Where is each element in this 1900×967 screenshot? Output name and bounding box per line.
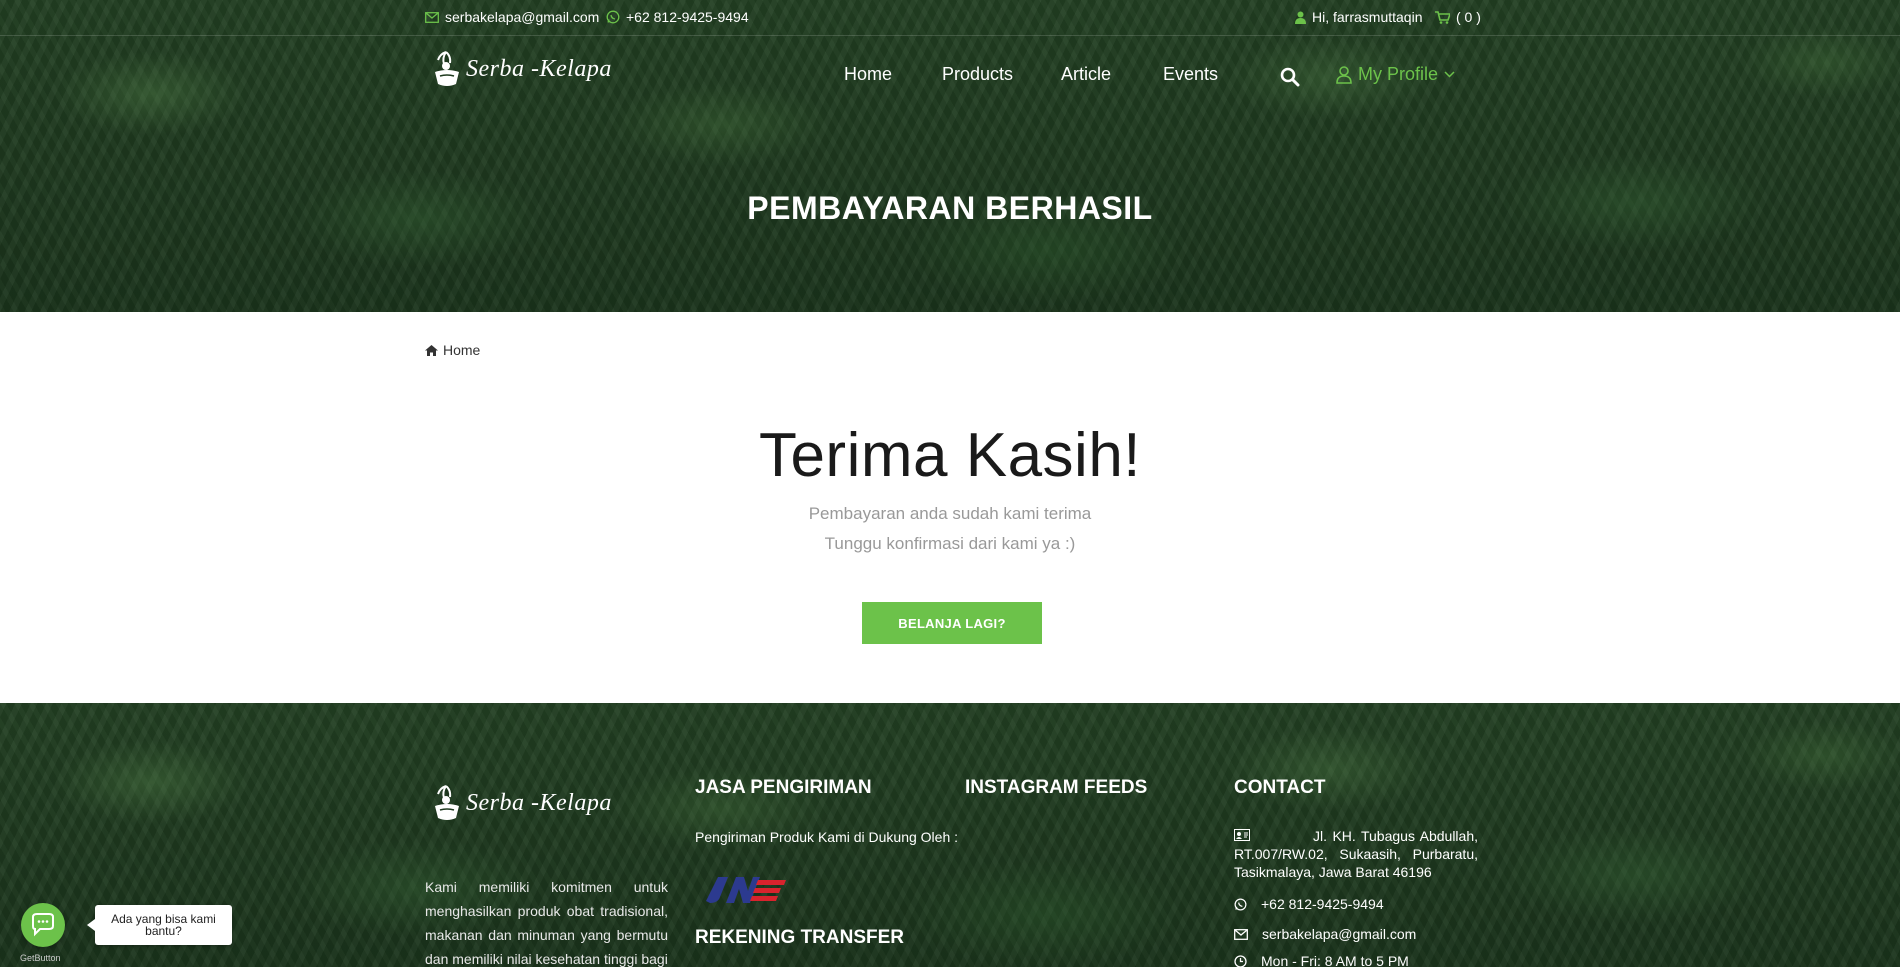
jne-courier-logo: [706, 877, 786, 903]
chat-prompt-bubble[interactable]: Ada yang bisa kami bantu?: [87, 905, 232, 945]
nav-article[interactable]: Article: [1061, 64, 1111, 85]
main-content: Home Terima Kasih! Pembayaran anda sudah…: [0, 312, 1900, 703]
nav-events[interactable]: Events: [1163, 64, 1218, 85]
cart-count: ( 0 ): [1456, 9, 1481, 25]
contact-address: Jl. KH. Tubagus Abdullah, RT.007/RW.02, …: [1234, 827, 1478, 881]
chat-icon: [32, 913, 54, 937]
shop-again-button[interactable]: BELANJA LAGI?: [862, 602, 1042, 644]
user-icon: [1295, 11, 1306, 24]
my-profile-label: My Profile: [1358, 64, 1439, 84]
contact-phone[interactable]: +62 812-9425-9494: [1234, 896, 1384, 912]
footer-logo-text: Serba -Kelapa: [466, 789, 612, 816]
top-bar: serbakelapa@gmail.com +62 812-9425-9494 …: [0, 0, 1900, 36]
breadcrumb[interactable]: Home: [425, 342, 480, 358]
contact-hours: Mon - Fri: 8 AM to 5 PM: [1234, 953, 1409, 967]
topbar-greeting: Hi, farrasmuttaqin: [1312, 9, 1423, 25]
topbar-user[interactable]: Hi, farrasmuttaqin: [1295, 9, 1422, 25]
contact-email[interactable]: serbakelapa@gmail.com: [1234, 926, 1416, 942]
page-title: PEMBAYARAN BERHASIL: [747, 190, 1153, 226]
topbar-cart[interactable]: ( 0 ): [1435, 9, 1481, 25]
topbar-phone[interactable]: +62 812-9425-9494: [606, 9, 749, 25]
chevron-down-icon: [1444, 71, 1455, 78]
contact-address-text: Jl. KH. Tubagus Abdullah, RT.007/RW.02, …: [1234, 828, 1478, 880]
nav-home[interactable]: Home: [844, 64, 892, 85]
breadcrumb-home: Home: [443, 342, 481, 358]
hero-banner: serbakelapa@gmail.com +62 812-9425-9494 …: [0, 0, 1900, 312]
whatsapp-icon: [606, 10, 620, 24]
home-icon: [425, 344, 438, 356]
thank-you-heading: Terima Kasih!: [758, 421, 1142, 490]
footer-logo[interactable]: Serba -Kelapa: [432, 784, 612, 822]
topbar-phone-text: +62 812-9425-9494: [626, 9, 749, 25]
contact-phone-text: +62 812-9425-9494: [1261, 896, 1384, 912]
coconut-logo-icon: [435, 785, 459, 820]
chat-provider-label[interactable]: GetButton: [20, 953, 61, 963]
chat-button[interactable]: [21, 903, 65, 947]
my-profile-menu[interactable]: My Profile: [1336, 64, 1455, 85]
shipping-heading: JASA PENGIRIMAN: [695, 777, 872, 798]
footer-about-text: Kami memiliki komitmen untuk menghasilka…: [425, 879, 668, 967]
user-outline-icon: [1336, 65, 1352, 84]
topbar-email-text: serbakelapa@gmail.com: [445, 9, 600, 25]
coconut-logo-icon: [435, 51, 459, 86]
cart-icon: [1435, 10, 1450, 24]
search-icon[interactable]: [1280, 67, 1300, 87]
logo-text: Serba -Kelapa: [466, 55, 612, 82]
contact-email-text: serbakelapa@gmail.com: [1262, 926, 1417, 942]
contact-heading: CONTACT: [1234, 777, 1326, 798]
contact-hours-text: Mon - Fri: 8 AM to 5 PM: [1261, 953, 1409, 967]
confirmation-text: Tunggu konfirmasi dari kami ya :): [824, 534, 1076, 553]
clock-icon: [1234, 954, 1247, 967]
whatsapp-icon: [1234, 898, 1247, 910]
envelope-icon: [425, 11, 439, 23]
site-logo[interactable]: Serba -Kelapa: [432, 50, 612, 88]
topbar-email[interactable]: serbakelapa@gmail.com: [425, 9, 599, 25]
shipping-text: Pengiriman Produk Kami di Dukung Oleh :: [695, 829, 959, 845]
instagram-heading: INSTAGRAM FEEDS: [965, 777, 1148, 798]
site-footer: Serba -Kelapa Kami memiliki komitmen unt…: [0, 703, 1900, 967]
payment-received-text: Pembayaran anda sudah kami terima: [808, 504, 1092, 523]
transfer-heading: REKENING TRANSFER: [695, 927, 905, 948]
envelope-icon: [1234, 928, 1248, 940]
address-card-icon: [1234, 829, 1250, 841]
nav-products[interactable]: Products: [942, 64, 1013, 85]
